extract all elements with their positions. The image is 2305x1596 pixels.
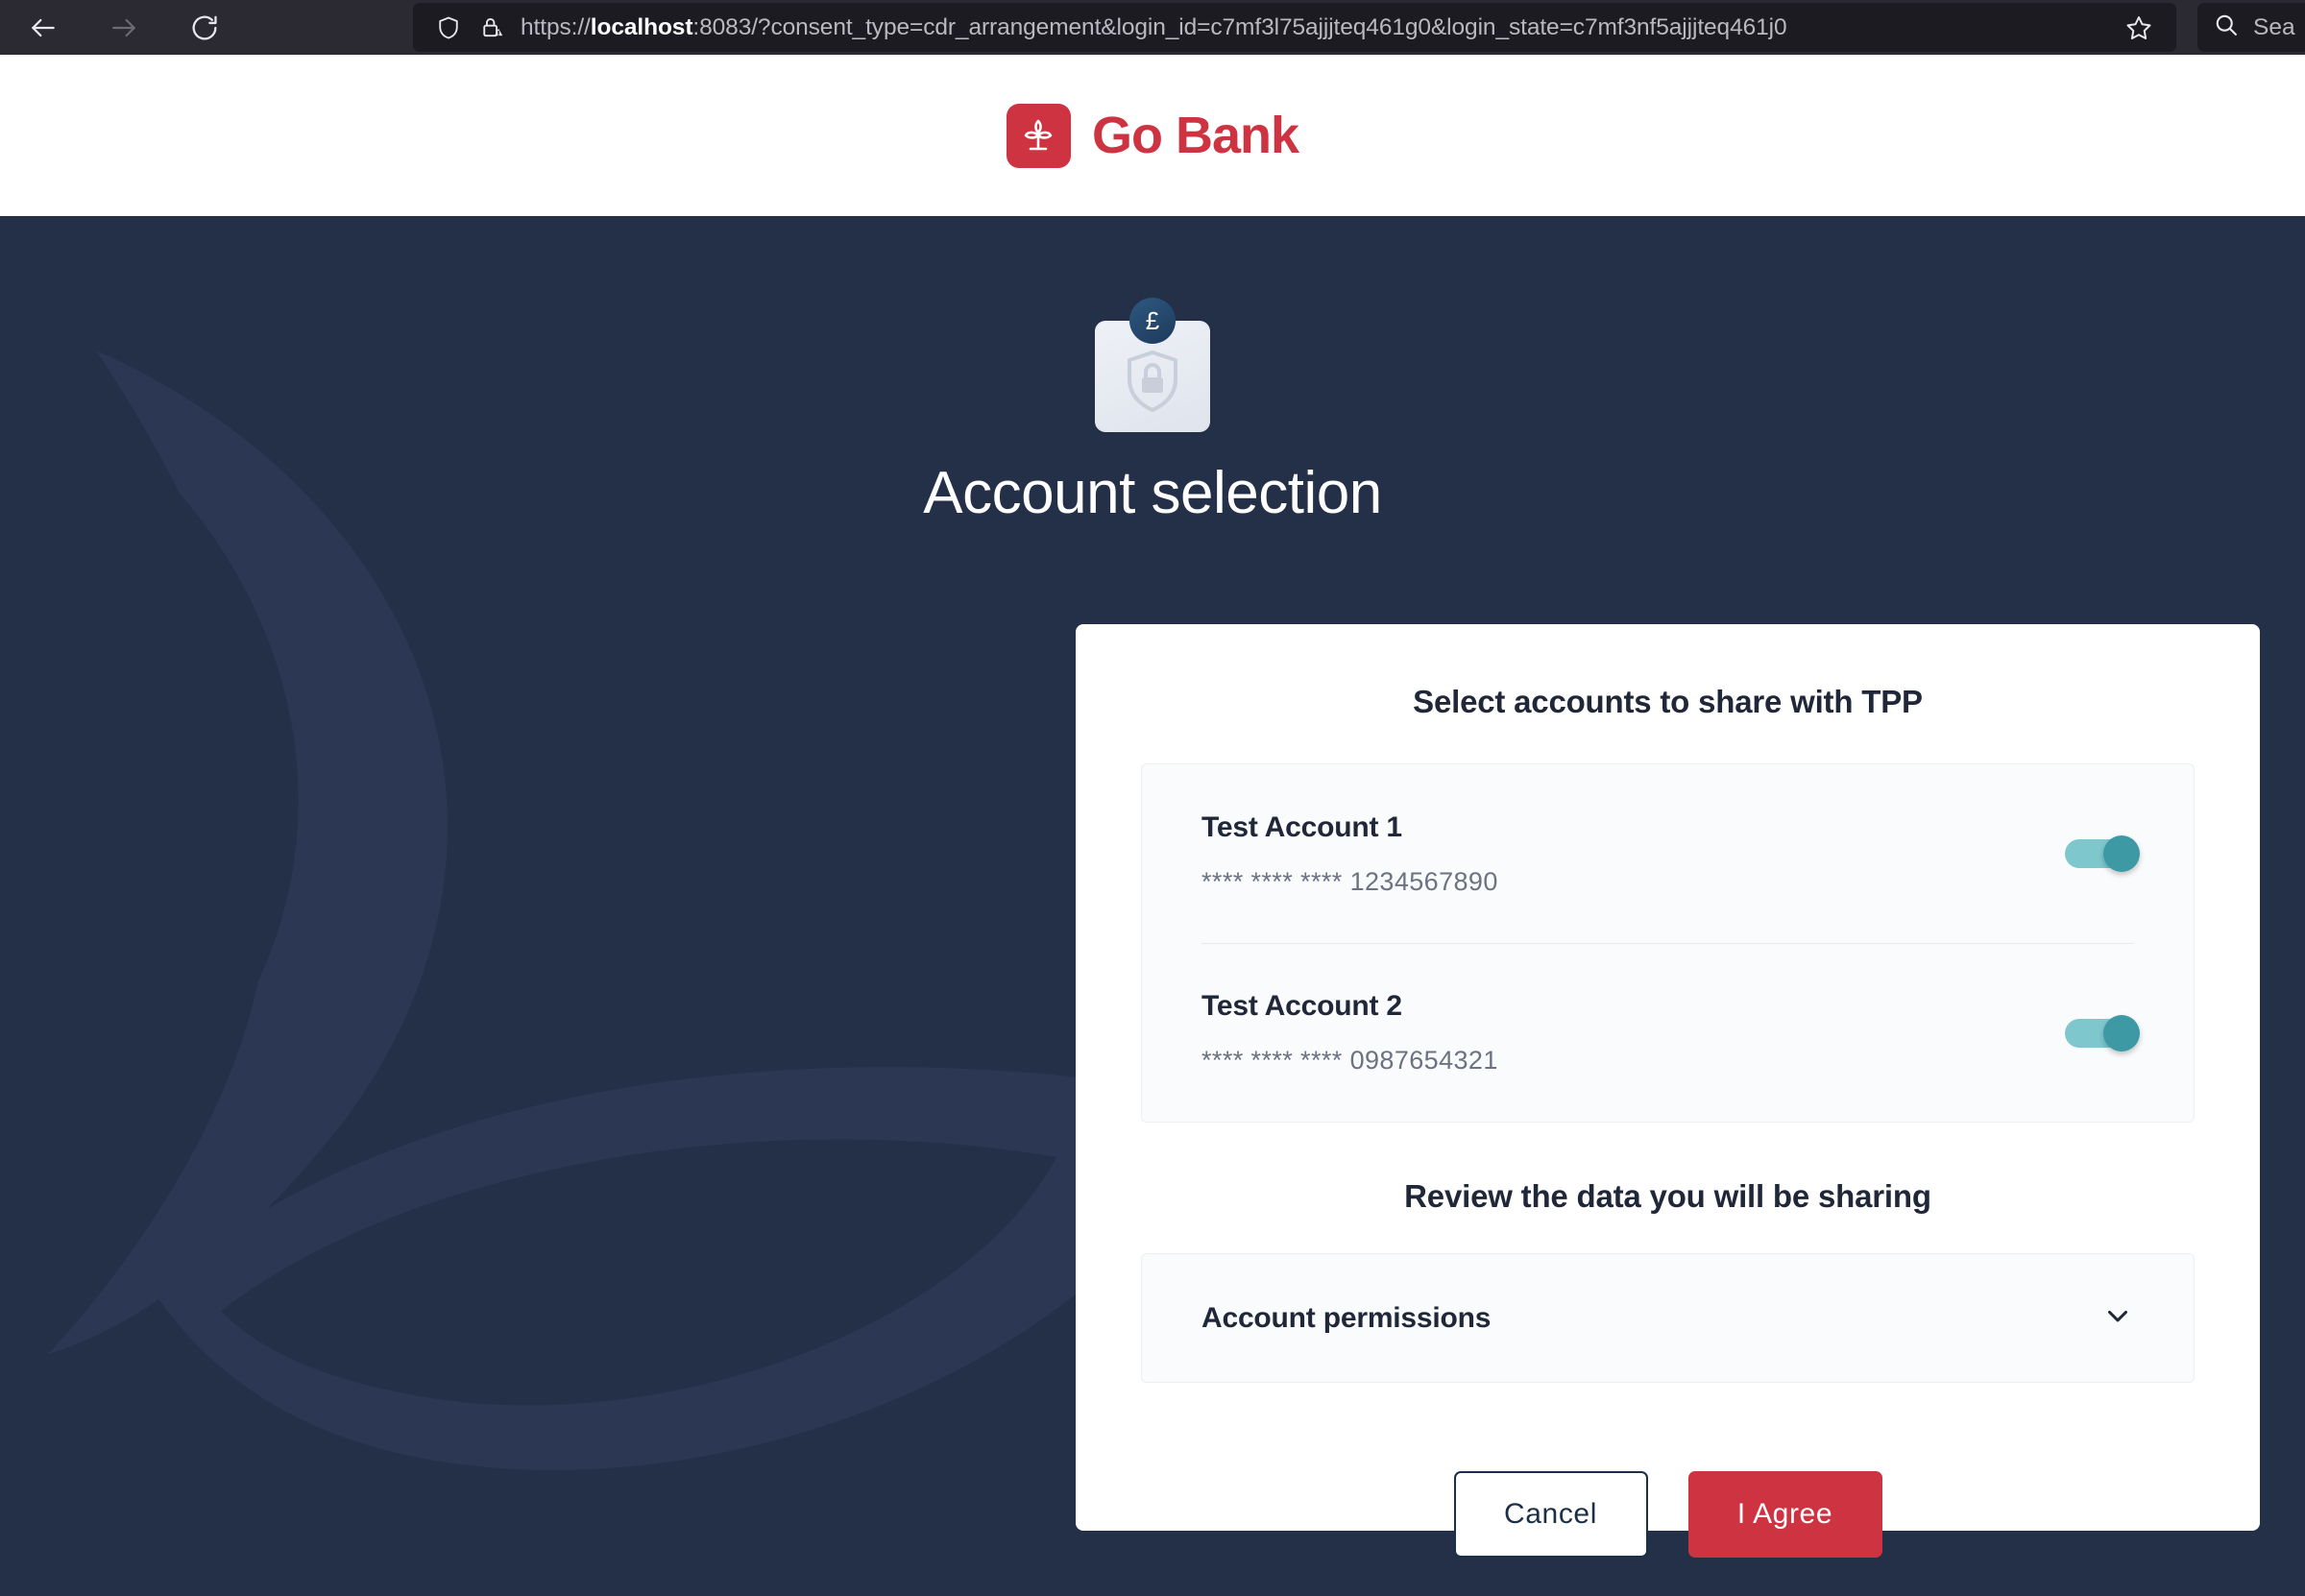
agree-button[interactable]: I Agree (1687, 1471, 1882, 1558)
url-host: localhost (590, 13, 693, 40)
account-masked-number: **** **** **** 1234567890 (1201, 866, 1498, 896)
reload-icon (189, 12, 220, 43)
review-data-heading: Review the data you will be sharing (1404, 1178, 1931, 1214)
accounts-list: Test Account 1 **** **** **** 1234567890… (1141, 763, 2195, 1123)
address-bar[interactable]: https://localhost:8083/?consent_type=cdr… (413, 3, 2176, 52)
account-masked-number: **** **** **** 0987654321 (1201, 1046, 1498, 1075)
consent-panel: Select accounts to share with TPP Test A… (1076, 624, 2260, 1558)
panel-actions: Cancel I Agree (1141, 1471, 2195, 1558)
url-rest: :8083/?consent_type=cdr_arrangement&logi… (692, 13, 1787, 40)
back-arrow-icon (28, 12, 59, 43)
account-name: Test Account 1 (1201, 810, 1402, 843)
toggle-knob (2103, 835, 2140, 872)
select-accounts-heading: Select accounts to share with TPP (1413, 684, 1923, 719)
browser-toolbar: https://localhost:8083/?consent_type=cdr… (0, 0, 2305, 55)
brand-name: Go Bank (1091, 107, 1299, 164)
shield-lock-glyph (1128, 351, 1177, 412)
bookmark-star-icon[interactable] (2115, 6, 2163, 50)
hero-section: £ Account selection Select accounts to s… (0, 216, 2305, 1596)
sprout-plant-icon (1006, 103, 1071, 168)
search-placeholder: Sea (2253, 13, 2295, 40)
currency-badge: £ (1129, 298, 1176, 344)
reload-button[interactable] (182, 6, 227, 50)
chevron-down-icon (2101, 1299, 2134, 1337)
search-icon (2213, 12, 2240, 43)
document-shield-lock-icon: £ (1095, 298, 1210, 432)
account-info: Test Account 1 **** **** **** 1234567890 (1201, 811, 2065, 897)
account-name: Test Account 2 (1201, 990, 1402, 1022)
forward-button[interactable] (102, 6, 146, 50)
account-row[interactable]: Test Account 1 **** **** **** 1234567890 (1201, 764, 2140, 943)
account-row[interactable]: Test Account 2 **** **** **** 0987654321 (1201, 943, 2140, 1122)
account-permissions-accordion[interactable]: Account permissions (1141, 1253, 2195, 1383)
back-button[interactable] (21, 6, 65, 50)
brand-logo: Go Bank (1006, 103, 1299, 168)
cancel-button[interactable]: Cancel (1453, 1471, 1648, 1558)
lock-warning-icon[interactable] (471, 6, 515, 50)
account-toggle-test-account-2[interactable] (2065, 1014, 2140, 1052)
url-scheme: https:// (521, 13, 591, 40)
account-toggle-test-account-1[interactable] (2065, 835, 2140, 872)
account-permissions-label: Account permissions (1201, 1301, 1492, 1334)
page-header: Go Bank (0, 55, 2305, 216)
browser-nav-buttons (0, 6, 227, 50)
page-title: Account selection (923, 460, 1382, 526)
toggle-knob (2103, 1014, 2140, 1052)
url-text: https://localhost:8083/?consent_type=cdr… (521, 14, 2115, 41)
forward-arrow-icon (109, 12, 139, 43)
browser-search-box[interactable]: Sea (2197, 3, 2305, 52)
account-info: Test Account 2 **** **** **** 0987654321 (1201, 990, 2065, 1076)
tracking-protection-shield-icon[interactable] (426, 6, 471, 50)
